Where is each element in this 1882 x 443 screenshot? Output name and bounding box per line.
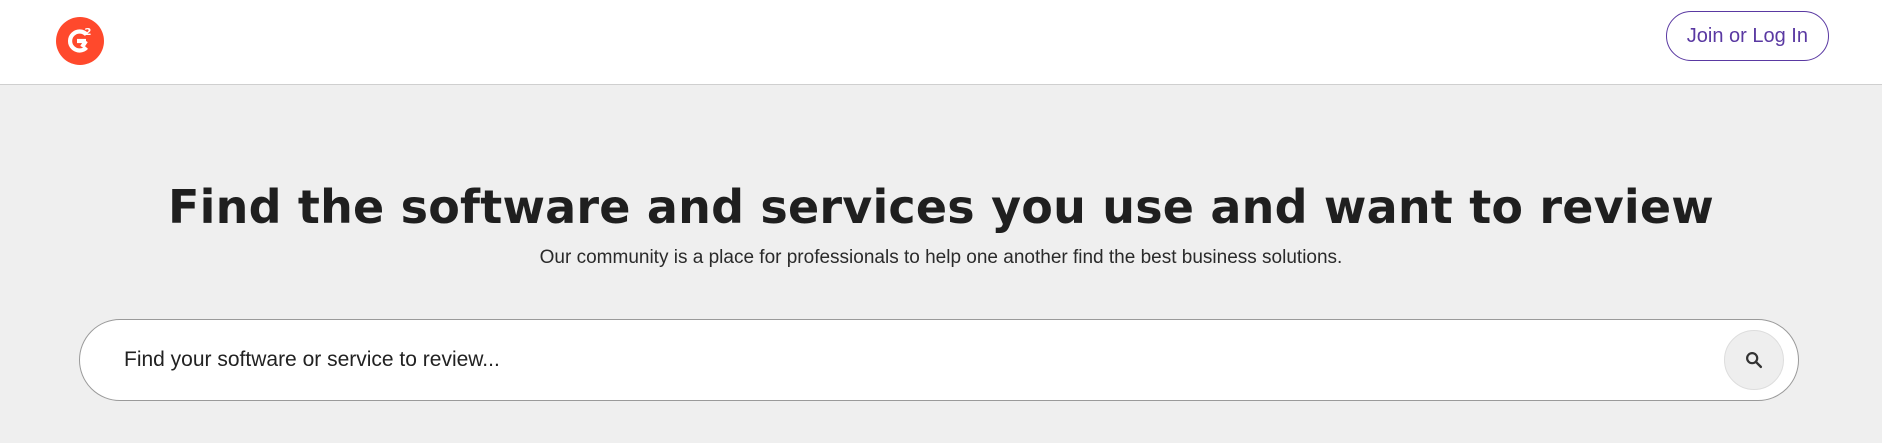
search-icon [1746, 352, 1763, 369]
page-title: Find the software and services you use a… [168, 180, 1714, 234]
join-or-login-button[interactable]: Join or Log In [1665, 11, 1829, 61]
hero-section: Find the software and services you use a… [0, 85, 1882, 443]
g2-logo-icon[interactable]: 2 [56, 17, 104, 65]
g2-logo-glyph: 2 [67, 27, 92, 53]
search-button[interactable] [1724, 330, 1784, 390]
search-input[interactable] [124, 320, 1644, 400]
search-bar [79, 319, 1799, 401]
page-subtitle: Our community is a place for professiona… [539, 247, 1343, 268]
top-header: 2 Join or Log In [0, 0, 1882, 85]
svg-text:2: 2 [85, 27, 92, 38]
